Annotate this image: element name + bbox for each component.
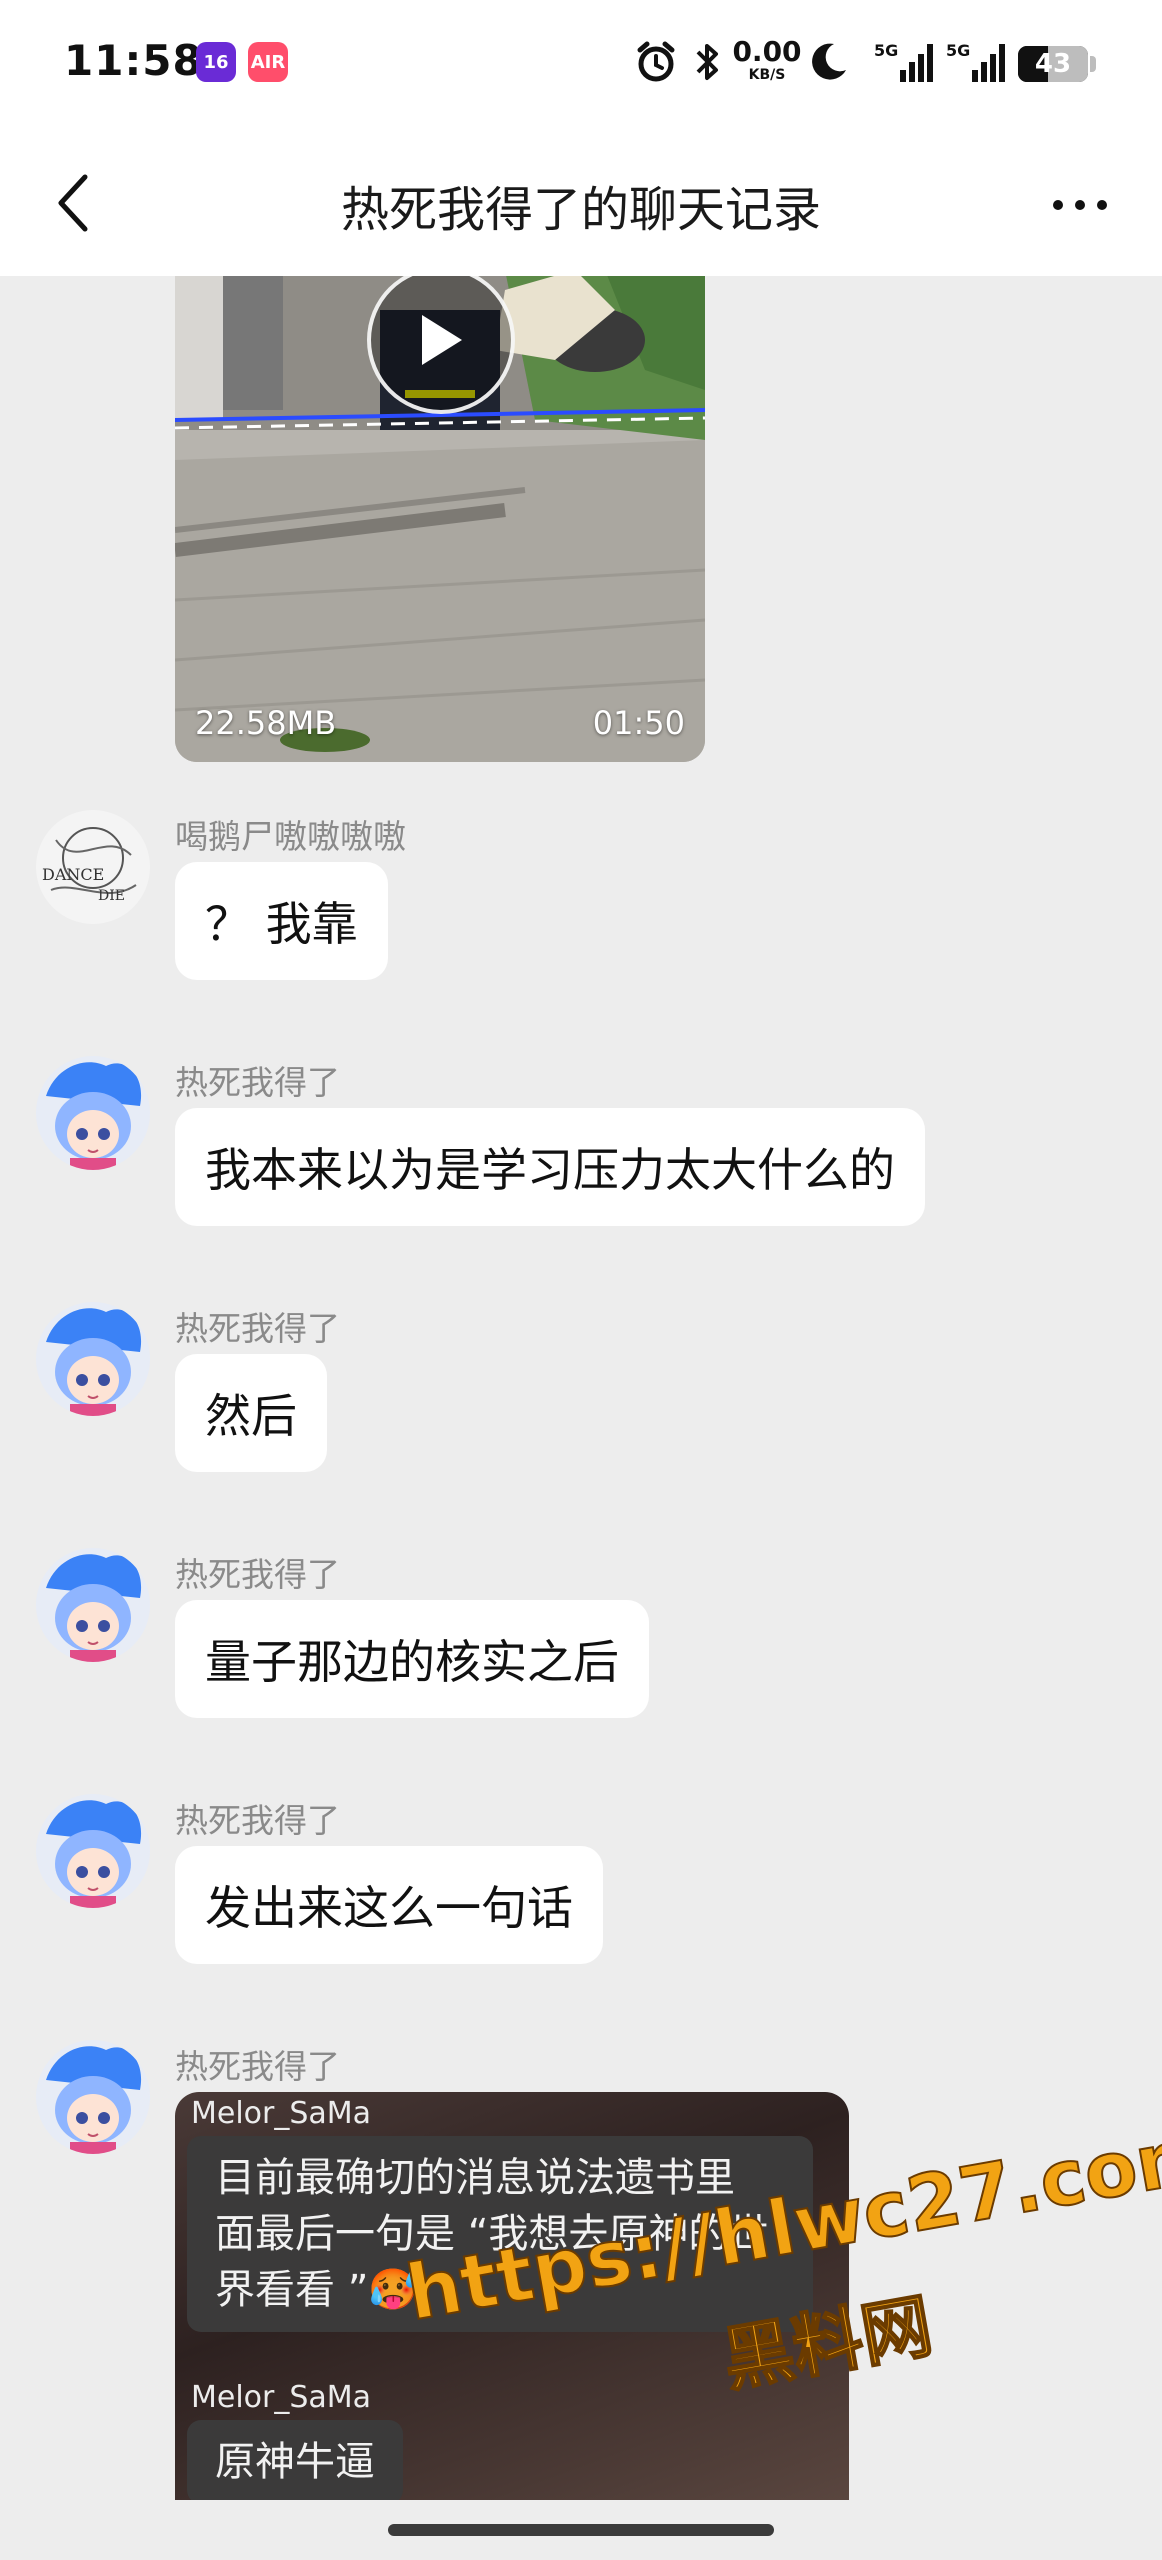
gesture-area (0, 2500, 1162, 2560)
quoted-sender-name: Melor_SaMa (191, 2096, 372, 2131)
anime-avatar-icon (36, 1302, 150, 1416)
sender-name: 热死我得了 (175, 1555, 340, 1594)
battery-tip (1090, 56, 1096, 72)
back-button[interactable] (36, 166, 110, 240)
signal-label: 5G (946, 41, 970, 60)
message-bubble[interactable]: 发出来这么一句话 (175, 1846, 603, 1964)
battery-icon: 43 (1018, 46, 1088, 82)
quoted-message-bubble: 原神牛逼 (187, 2420, 403, 2500)
message-bubble[interactable]: 我本来以为是学习压力太大什么的 (175, 1108, 925, 1226)
avatar[interactable] (36, 1794, 150, 1908)
video-file-size: 22.58MB (195, 704, 337, 742)
battery-level: 43 (1034, 49, 1072, 79)
bluetooth-icon (692, 40, 722, 84)
anime-avatar-icon (36, 1056, 150, 1170)
quoted-text-line: 原神牛逼 (215, 2439, 375, 2485)
message-bubble[interactable]: ？ 我靠 (175, 862, 388, 980)
moon-icon (806, 40, 850, 84)
page-title: 热死我得了的聊天记录 (340, 182, 821, 238)
sender-name: 热死我得了 (175, 1063, 340, 1102)
more-button[interactable] (1040, 170, 1120, 240)
alarm-icon (634, 40, 678, 84)
avatar[interactable] (36, 1548, 150, 1662)
message-bubble[interactable]: 量子那边的核实之后 (175, 1600, 649, 1718)
nav-bar: 热死我得了的聊天记录 (0, 130, 1162, 276)
avatar[interactable] (36, 2040, 150, 2154)
sender-name: 热死我得了 (175, 2047, 340, 2086)
more-icon (1053, 200, 1107, 210)
status-bar: 11:58 16 AIR 0.00 KB/S 5G 5G 43 (0, 0, 1162, 130)
anime-avatar-icon (36, 1548, 150, 1662)
app-notification-icon: AIR (248, 42, 288, 82)
sender-name: 热死我得了 (175, 1801, 340, 1840)
play-icon (422, 315, 462, 365)
anime-avatar-icon (36, 2040, 150, 2154)
quoted-sender-name: Melor_SaMa (191, 2380, 372, 2415)
video-duration: 01:50 (592, 704, 685, 742)
sketch-avatar-icon: DANCE DIE (36, 810, 150, 924)
signal-icon: 5G (946, 40, 1008, 84)
avatar[interactable]: DANCE DIE (36, 810, 150, 924)
svg-text:DANCE: DANCE (42, 865, 104, 884)
avatar[interactable] (36, 1056, 150, 1170)
avatar[interactable] (36, 1302, 150, 1416)
message-bubble[interactable]: 然后 (175, 1354, 327, 1472)
app-notification-icon: 16 (196, 42, 236, 82)
svg-text:DIE: DIE (98, 888, 125, 904)
sender-name: 热死我得了 (175, 1309, 340, 1348)
network-speed: 0.00 KB/S (732, 35, 802, 83)
chevron-left-icon (58, 174, 88, 232)
video-message[interactable]: 22.58MB 01:50 (175, 276, 705, 762)
signal-label: 5G (874, 41, 898, 60)
watermark-name: 黑料网 (716, 2284, 939, 2403)
signal-icon: 5G (874, 40, 936, 84)
status-time: 11:58 (64, 36, 203, 85)
anime-avatar-icon (36, 1794, 150, 1908)
home-indicator[interactable] (388, 2524, 774, 2536)
sender-name: 喝鹅尸嗷嗷嗷嗷 (175, 817, 406, 856)
